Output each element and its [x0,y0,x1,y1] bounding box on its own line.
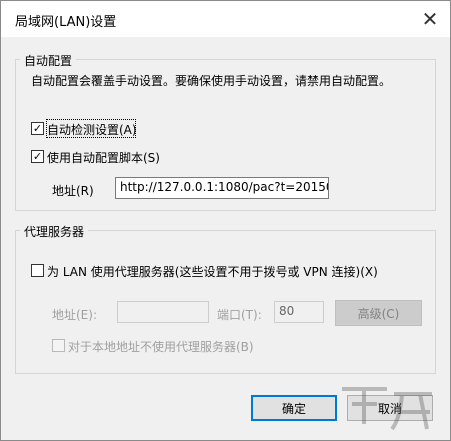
proxy-port-input[interactable]: 80 [274,301,324,323]
use-auto-config-script-checkbox[interactable]: ✓ [31,150,44,163]
auto-detect-label[interactable]: 自动检测设置(A) [47,121,137,138]
script-address-input[interactable]: http://127.0.0.1:1080/pac?t=201508( [115,177,329,199]
proxy-server-group-label: 代理服务器 [20,223,89,240]
use-proxy-checkbox[interactable] [31,264,44,277]
ok-button[interactable]: 确定 [251,395,337,421]
auto-detect-checkbox[interactable]: ✓ [31,122,44,135]
proxy-port-label: 端口(T): [217,308,262,322]
window-title: 局域网(LAN)设置 [15,15,117,30]
proxy-address-input[interactable] [117,301,209,323]
script-address-label: 地址(R) [52,184,94,198]
auto-config-group-label: 自动配置 [20,52,77,69]
use-auto-config-script-label[interactable]: 使用自动配置脚本(S) [47,149,160,166]
title-bar: 局域网(LAN)设置 ✕ [1,1,450,37]
close-icon[interactable]: ✕ [410,1,450,37]
lan-settings-dialog: 局域网(LAN)设置 ✕ 自动配置 自动配置会覆盖手动设置。要确保使用手动设置，… [0,0,451,441]
auto-config-description: 自动配置会覆盖手动设置。要确保使用手动设置，请禁用自动配置。 [31,74,392,88]
proxy-address-label: 地址(E): [52,308,97,322]
bypass-local-checkbox[interactable] [52,339,65,352]
use-proxy-label[interactable]: 为 LAN 使用代理服务器(这些设置不用于拨号或 VPN 连接)(X) [47,263,378,280]
watermark-logo-icon [342,387,432,431]
bypass-local-label[interactable]: 对于本地地址不使用代理服务器(B) [68,338,254,355]
advanced-button[interactable]: 高级(C) [335,300,422,326]
